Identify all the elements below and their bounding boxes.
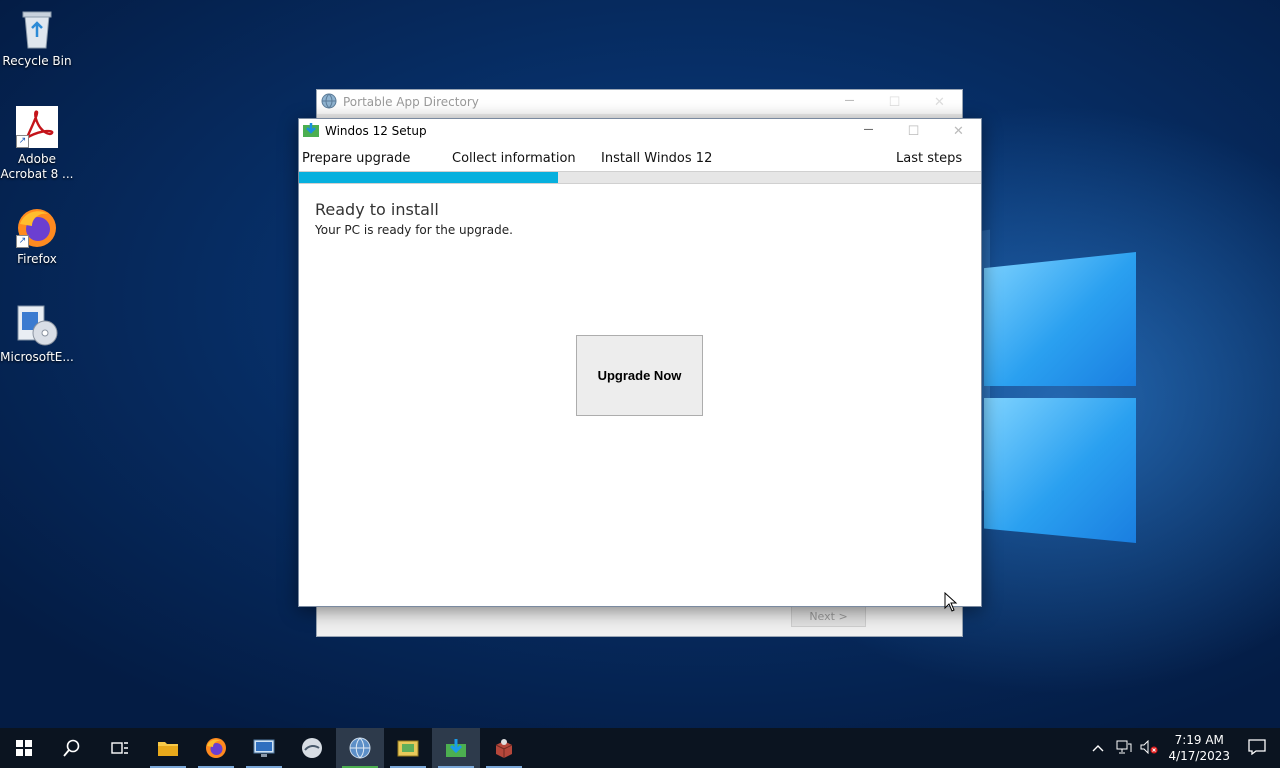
taskbar-remote-desktop[interactable]	[240, 728, 288, 768]
search-button[interactable]	[48, 728, 96, 768]
folder-image-icon	[397, 740, 419, 757]
desktop-icon-label: MicrosoftE...	[0, 350, 74, 364]
shortcut-arrow-icon: ↗	[16, 135, 29, 148]
clock-date: 4/17/2023	[1168, 749, 1230, 763]
taskbar-portable-app-directory[interactable]	[336, 728, 384, 768]
firefox-icon: ↗	[16, 206, 58, 248]
upgrade-now-button[interactable]: Upgrade Now	[576, 335, 703, 416]
network-icon[interactable]	[1116, 740, 1132, 757]
next-button[interactable]: Next >	[791, 606, 866, 627]
minimize-button[interactable]: —	[846, 124, 891, 139]
logo-pane-bottom	[984, 398, 1136, 543]
setup-download-icon	[446, 739, 466, 757]
acrobat-icon: ↗	[16, 106, 58, 148]
maximize-button[interactable]: ☐	[872, 95, 917, 110]
minimize-button[interactable]: —	[827, 95, 872, 110]
task-view-icon	[111, 742, 128, 754]
title-bar: Portable App Directory — ☐ ✕	[317, 90, 962, 114]
page-heading: Ready to install	[315, 200, 439, 219]
clock-time: 7:19 AM	[1174, 733, 1224, 747]
desktop-icon-label: Firefox	[17, 252, 57, 266]
taskbar-firefox[interactable]	[192, 728, 240, 768]
action-center-icon[interactable]	[1248, 738, 1266, 758]
progress-fill	[299, 172, 559, 183]
globe-icon	[321, 93, 337, 112]
shortcut-arrow-icon: ↗	[16, 235, 29, 248]
step-indicator: Prepare upgrade Collect information Inst…	[299, 143, 981, 171]
step-install: Install Windos 12	[601, 151, 713, 166]
desktop-icon-firefox[interactable]: ↗ Firefox	[0, 206, 74, 267]
desktop-icon-label: Adobe Acrobat 8 ...	[0, 152, 74, 181]
taskbar-archive-manager[interactable]	[384, 728, 432, 768]
taskbar-file-explorer[interactable]	[144, 728, 192, 768]
step-collect-information: Collect information	[452, 151, 576, 166]
windows-logo-icon	[16, 740, 32, 756]
taskbar-windos-12-setup[interactable]	[432, 728, 480, 768]
start-button[interactable]	[0, 728, 48, 768]
maximize-button[interactable]: ☐	[891, 124, 936, 139]
clock[interactable]: 7:19 AM 4/17/2023	[1168, 732, 1230, 764]
taskbar: 7:19 AM 4/17/2023	[0, 728, 1280, 768]
volume-muted-icon[interactable]	[1140, 739, 1158, 757]
system-tray: 7:19 AM 4/17/2023	[1092, 728, 1280, 768]
window-title: Windos 12 Setup	[325, 124, 427, 138]
desktop-icon-recycle-bin[interactable]: Recycle Bin	[0, 8, 74, 69]
taskbar-app-disc[interactable]	[288, 728, 336, 768]
steam-like-icon	[302, 738, 322, 758]
step-last-steps: Last steps	[896, 151, 963, 166]
computer-icon	[253, 739, 275, 757]
desktop-icon-label: Recycle Bin	[2, 54, 72, 68]
title-bar: Windos 12 Setup — ☐ ✕	[299, 119, 981, 143]
logo-pane-top	[984, 252, 1136, 386]
folder-icon	[158, 742, 178, 756]
close-button[interactable]: ✕	[917, 95, 962, 110]
desktop-icon-microsoft-edge-installer[interactable]: MicrosoftE...	[0, 304, 74, 365]
close-button[interactable]: ✕	[936, 124, 981, 139]
installer-box-icon	[495, 739, 513, 758]
taskbar-installer-app[interactable]	[480, 728, 528, 768]
firefox-icon	[206, 738, 226, 758]
show-hidden-icons-chevron-up-icon[interactable]	[1092, 741, 1104, 755]
page-subheading: Your PC is ready for the upgrade.	[315, 223, 513, 237]
window-title: Portable App Directory	[343, 95, 479, 109]
setup-download-icon	[303, 122, 319, 141]
step-prepare-upgrade: Prepare upgrade	[302, 151, 411, 166]
installer-disc-icon	[16, 304, 58, 346]
recycle-bin-icon	[16, 8, 58, 50]
mouse-cursor-icon	[944, 591, 958, 616]
progress-bar	[299, 171, 981, 184]
setup-window[interactable]: Windos 12 Setup — ☐ ✕ Prepare upgrade Co…	[298, 118, 982, 607]
desktop-icon-adobe-acrobat[interactable]: ↗ Adobe Acrobat 8 ...	[0, 106, 74, 182]
globe-icon	[349, 737, 371, 759]
search-icon	[63, 739, 80, 757]
task-view-button[interactable]	[96, 728, 144, 768]
